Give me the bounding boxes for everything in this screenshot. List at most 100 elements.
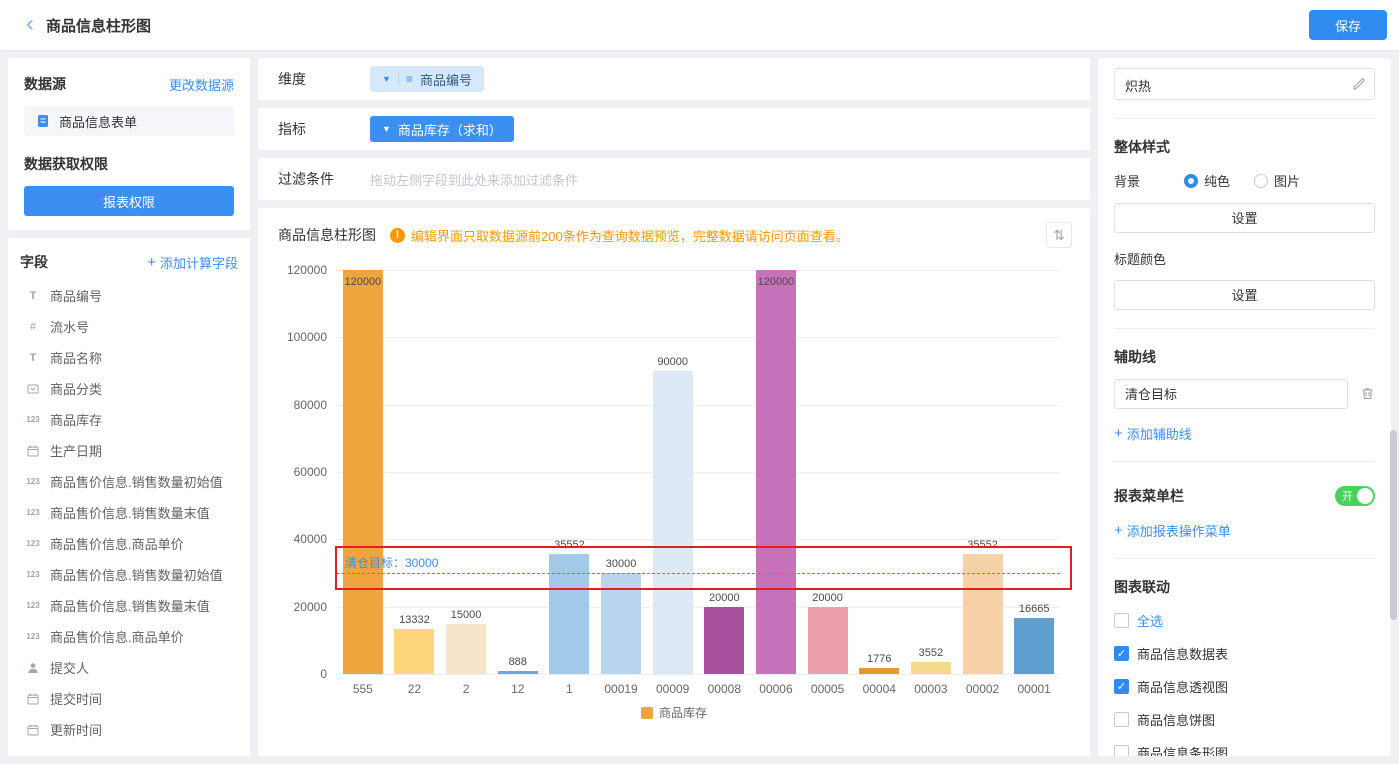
title-color-set-button[interactable]: 设置 xyxy=(1114,280,1375,310)
field-list: T商品编号#流水号T商品名称商品分类123商品库存生产日期123商品售价信息.销… xyxy=(20,280,238,745)
form-doc-icon xyxy=(34,114,52,128)
datasource-item[interactable]: 商品信息表单 xyxy=(24,106,234,136)
bar-value-label: 20000 xyxy=(793,592,863,604)
number-icon: 123 xyxy=(24,570,42,579)
field-item[interactable]: 生产日期 xyxy=(20,435,238,466)
fields-title: 字段 xyxy=(20,252,48,272)
linkage-item[interactable]: 商品信息条形图 xyxy=(1114,743,1375,757)
preview-notice: ! 编辑界面只取数据源前200条作为查询数据预览，完整数据请访问页面查看。 xyxy=(390,226,849,245)
report-permission-button[interactable]: 报表权限 xyxy=(24,186,234,216)
bar-22[interactable] xyxy=(394,629,434,674)
bar-00006[interactable] xyxy=(756,270,796,674)
radio-label: 纯色 xyxy=(1204,171,1230,190)
gridline xyxy=(337,674,1060,675)
bg-option[interactable]: 纯色 xyxy=(1184,171,1230,190)
linkage-item[interactable]: ✓商品信息数据表 xyxy=(1114,644,1375,663)
field-item[interactable]: #流水号 xyxy=(20,311,238,342)
bar-12[interactable] xyxy=(498,671,538,674)
aux-line-input[interactable]: 清仓目标 xyxy=(1114,379,1348,409)
checkbox[interactable]: ✓ xyxy=(1114,646,1129,661)
field-item[interactable]: T商品编号 xyxy=(20,280,238,311)
date-icon xyxy=(24,724,42,736)
person-icon xyxy=(24,662,42,674)
filter-dropzone[interactable]: 拖动左侧字段到此处来添加过滤条件 xyxy=(370,170,578,189)
number-icon: 123 xyxy=(24,477,42,486)
field-label: 商品售价信息.商品单价 xyxy=(50,627,184,646)
linkage-label: 商品信息饼图 xyxy=(1137,710,1215,729)
bar-2[interactable] xyxy=(446,624,486,675)
radio-icon[interactable] xyxy=(1254,174,1268,188)
bar-00009[interactable] xyxy=(653,371,693,674)
gridline xyxy=(337,607,1060,608)
linkage-item[interactable]: ✓商品信息透视图 xyxy=(1114,677,1375,696)
datasource-name: 商品信息表单 xyxy=(59,112,137,131)
field-item[interactable]: 提交人 xyxy=(20,652,238,683)
checkbox[interactable]: ✓ xyxy=(1114,679,1129,694)
add-aux-line-link[interactable]: +添加辅助线 xyxy=(1114,424,1192,443)
serial-icon: # xyxy=(24,321,42,333)
field-item[interactable]: 123商品售价信息.销售数量初始值 xyxy=(20,559,238,590)
bar-00008[interactable] xyxy=(704,607,744,674)
header: ‹ 商品信息柱形图 保存 xyxy=(0,0,1399,50)
sort-button[interactable]: ⇅ xyxy=(1046,222,1072,248)
checkbox[interactable] xyxy=(1114,745,1129,757)
x-axis-tick: 00001 xyxy=(999,682,1069,696)
field-item[interactable]: 123商品售价信息.销售数量初始值 xyxy=(20,466,238,497)
field-item[interactable]: 123 商品售价信息.商品单价 xyxy=(20,621,238,652)
bar-00005[interactable] xyxy=(808,607,848,674)
save-button[interactable]: 保存 xyxy=(1309,10,1387,40)
field-label: 商品售价信息.销售数量末值 xyxy=(50,503,210,522)
add-report-menu-link[interactable]: +添加报表操作菜单 xyxy=(1114,521,1231,540)
report-menu-toggle[interactable]: 开 xyxy=(1335,486,1375,506)
overall-style-title: 整体样式 xyxy=(1114,137,1375,157)
field-item[interactable]: 提交时间 xyxy=(20,683,238,714)
field-item[interactable]: 更新时间 xyxy=(20,714,238,745)
bar-value-label: 120000 xyxy=(328,276,398,288)
bg-option[interactable]: 图片 xyxy=(1254,171,1300,190)
field-item[interactable]: 123商品库存 xyxy=(20,404,238,435)
linkage-item[interactable]: 商品信息饼图 xyxy=(1114,710,1375,729)
trash-icon[interactable] xyxy=(1360,386,1375,401)
radio-icon[interactable] xyxy=(1184,174,1198,188)
back-icon[interactable]: ‹ xyxy=(26,12,34,36)
field-label: 商品名称 xyxy=(50,348,102,367)
select-all-link[interactable]: 全选 xyxy=(1137,611,1163,630)
field-item[interactable]: 123商品售价信息.商品单价 xyxy=(20,528,238,559)
dimension-tag[interactable]: ▼ ≡ 商品编号 xyxy=(370,66,484,92)
change-datasource-link[interactable]: 更改数据源 xyxy=(169,75,234,94)
field-item[interactable]: T商品名称 xyxy=(20,342,238,373)
chart-title-input[interactable]: 炽热 xyxy=(1114,68,1375,100)
field-item[interactable]: 123商品售价信息.销售数量末值 xyxy=(20,497,238,528)
bar-00003[interactable] xyxy=(911,662,951,674)
checkbox[interactable] xyxy=(1114,712,1129,727)
page-title: 商品信息柱形图 xyxy=(46,15,151,36)
chart-panel: 商品信息柱形图 ! 编辑界面只取数据源前200条作为查询数据预览，完整数据请访问… xyxy=(258,208,1090,756)
bar-555[interactable] xyxy=(343,270,383,674)
field-item[interactable]: 123商品售价信息.销售数量末值 xyxy=(20,590,238,621)
gridline xyxy=(337,270,1060,271)
metric-tag[interactable]: ▼ 商品库存（求和） xyxy=(370,116,514,142)
add-calc-field-link[interactable]: +添加计算字段 xyxy=(147,253,238,272)
field-item[interactable]: 商品分类 xyxy=(20,373,238,404)
caret-down-icon: ▼ xyxy=(382,74,391,84)
bar-00004[interactable] xyxy=(859,668,899,674)
scrollbar[interactable] xyxy=(1390,430,1397,620)
select-all-checkbox[interactable] xyxy=(1114,613,1129,628)
edit-icon[interactable] xyxy=(1352,77,1366,94)
bar-value-label: 90000 xyxy=(638,356,708,368)
gridline xyxy=(337,472,1060,473)
gridline xyxy=(337,337,1060,338)
plus-icon: + xyxy=(147,255,156,270)
bar-value-label: 15000 xyxy=(431,609,501,621)
field-label: 提交人 xyxy=(50,658,89,677)
bar-value-label: 888 xyxy=(483,656,553,668)
bar-value-label: 16665 xyxy=(999,603,1069,615)
gridline xyxy=(337,405,1060,406)
legend-item[interactable]: 商品库存 xyxy=(258,704,1090,721)
bar-00001[interactable] xyxy=(1014,618,1054,674)
divider xyxy=(1114,118,1375,119)
background-set-button[interactable]: 设置 xyxy=(1114,203,1375,233)
number-icon: 123 xyxy=(24,632,42,641)
filter-label: 过滤条件 xyxy=(278,169,370,189)
select-all-row: 全选 xyxy=(1114,611,1375,630)
